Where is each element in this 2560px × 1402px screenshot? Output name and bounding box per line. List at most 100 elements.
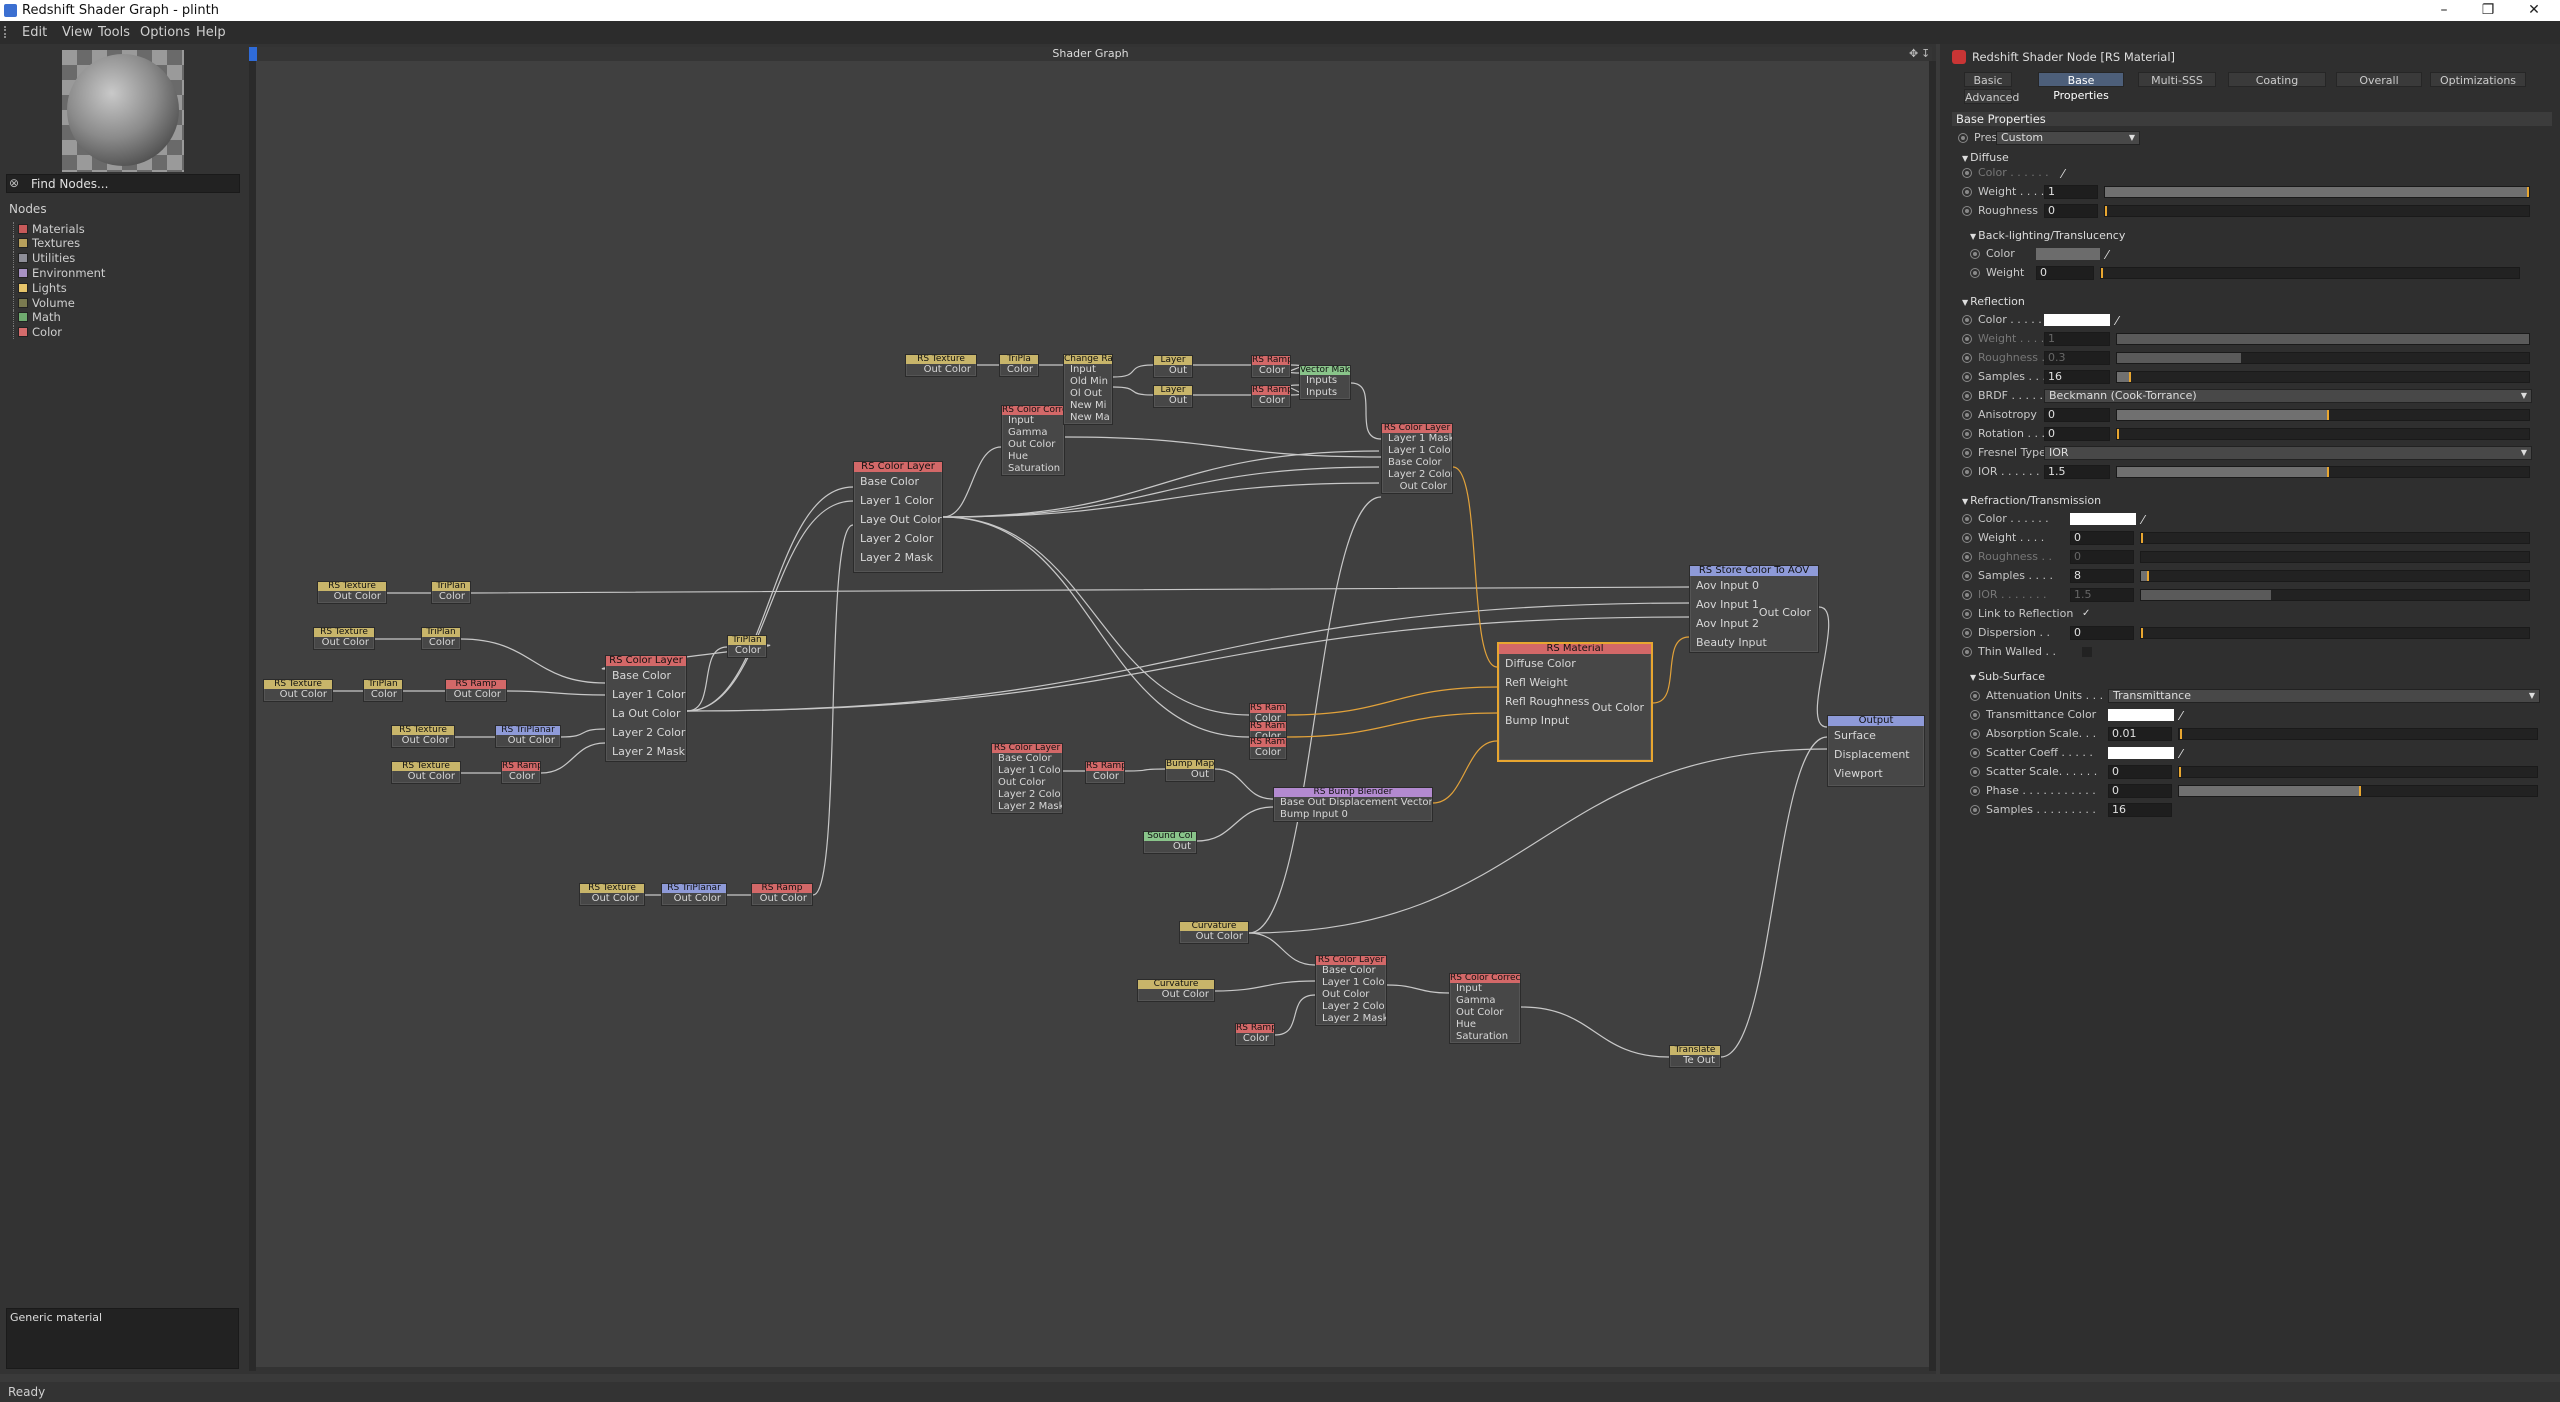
backlight-color-anim-icon[interactable] <box>1970 249 1980 259</box>
node-input-port[interactable]: Input <box>1002 415 1064 427</box>
node-input-port[interactable]: Base Color <box>606 666 686 685</box>
node-input-port[interactable]: Layer 2 Mask <box>1316 1013 1386 1025</box>
node-row3c[interactable]: RS Ramp Out Color <box>445 679 507 702</box>
refr-color-swatch[interactable] <box>2070 513 2136 525</box>
sss-scoef-anim-icon[interactable] <box>1970 748 1980 758</box>
node-output-port[interactable]: Out Color <box>662 893 726 905</box>
diffuse-roughness-anim-icon[interactable] <box>1962 206 1972 216</box>
tab-optimizations[interactable]: Optimizations <box>2430 72 2526 87</box>
graph-scrollbar[interactable] <box>1929 61 1936 1371</box>
sss-sscale-anim-icon[interactable] <box>1970 767 1980 777</box>
menu-edit[interactable]: Edit <box>22 25 47 40</box>
node-row5a[interactable]: RS Texture Out Color <box>391 761 461 784</box>
sss-samples-input[interactable]: 16 <box>2108 803 2172 817</box>
scatter-coeff-swatch[interactable] <box>2108 747 2174 759</box>
refl-color-anim-icon[interactable] <box>1962 315 1972 325</box>
node-ccBot[interactable]: RS Color Correct Input Gamma Out Color Hue Sa… <box>1449 973 1521 1044</box>
node-output-port[interactable]: Color <box>1252 395 1290 407</box>
node-output-port[interactable]: Color <box>1086 771 1124 783</box>
node-input-port[interactable]: Beauty Input <box>1690 633 1818 652</box>
node-layerB[interactable]: RS Color Layer Base Color Layer 1 Color La … <box>605 655 687 762</box>
node-input-port[interactable]: Inputs <box>1300 375 1350 387</box>
tab-coating[interactable]: Coating <box>2228 72 2326 87</box>
tab-advanced[interactable]: Advanced <box>1964 89 2019 104</box>
node-output-port[interactable]: Color <box>1000 364 1038 376</box>
refr-weight-anim-icon[interactable] <box>1962 533 1972 543</box>
refl-rotation-slider[interactable] <box>2116 428 2530 440</box>
node-row3b[interactable]: TriPlan Color <box>363 679 403 702</box>
node-transl[interactable]: Translate Te Out <box>1669 1045 1721 1068</box>
refl-anisotropy-input[interactable]: 0 <box>2044 408 2110 422</box>
group-reflection[interactable]: ▼ Reflection <box>1962 296 2025 308</box>
group-backlighting[interactable]: ▼ Back-lighting/Translucency <box>1970 230 2125 242</box>
diffuse-roughness-slider[interactable] <box>2104 205 2530 217</box>
refr-roughness-input[interactable]: 0 <box>2070 550 2134 564</box>
node-input-port[interactable]: Layer 2 Color <box>854 529 942 548</box>
diffuse-weight-slider[interactable] <box>2104 186 2530 198</box>
node-input-port[interactable]: Hue <box>1450 1019 1520 1031</box>
refl-ior-slider[interactable] <box>2116 466 2530 478</box>
preset-dropdown[interactable]: Custom ▼ <box>1996 131 2140 145</box>
node-output-port[interactable]: Color <box>432 591 470 603</box>
node-row1b[interactable]: TriPlan Color <box>431 581 471 604</box>
refl-samples-input[interactable]: 16 <box>2044 370 2110 384</box>
eyedropper-icon[interactable]: ⁄ <box>2062 166 2064 182</box>
node-category-utilities[interactable]: Utilities <box>13 251 75 265</box>
node-bump[interactable]: Bump Map Out <box>1165 759 1215 782</box>
node-row2a[interactable]: RS Texture Out Color <box>313 627 375 650</box>
refl-weight-anim-icon[interactable] <box>1962 334 1972 344</box>
absorption-scale-input[interactable]: 0.01 <box>2108 727 2172 741</box>
node-curv[interactable]: Curvature Out Color <box>1179 921 1249 944</box>
node-input-port[interactable]: Out Color <box>1450 1007 1520 1019</box>
node-input-port[interactable]: Surface <box>1828 726 1924 745</box>
node-smallTop2[interactable]: TriPla Color <box>999 354 1039 377</box>
node-output-port[interactable]: Out Color <box>752 893 812 905</box>
node-input-port[interactable]: Layer 2 Color <box>1382 469 1452 481</box>
node-input-port[interactable]: Base Color <box>854 472 942 491</box>
node-input-port[interactable]: Ol Out <box>1064 388 1112 400</box>
node-input-port[interactable]: Layer 1 Colo <box>1382 445 1452 457</box>
refr-ior-slider[interactable] <box>2140 589 2530 601</box>
refr-weight-slider[interactable] <box>2140 532 2530 544</box>
node-input-port[interactable]: Viewport <box>1828 764 1924 783</box>
tab-overall[interactable]: Overall <box>2336 72 2422 87</box>
node-input-port[interactable]: Base Out Displacement Vector <box>1274 797 1432 809</box>
diffuse-weight-input[interactable]: 1 <box>2044 185 2098 199</box>
group-refraction[interactable]: ▼ Refraction/Transmission <box>1962 495 2101 507</box>
node-input-port[interactable]: Layer 1 Colo <box>1316 977 1386 989</box>
node-input-port[interactable]: New Mi <box>1064 400 1112 412</box>
backlight-weight-slider[interactable] <box>2100 267 2520 279</box>
node-output-port[interactable]: Out Color <box>496 735 560 747</box>
node-layerA[interactable]: RS Color Layer Base Color Layer 1 Color Lay… <box>853 461 943 573</box>
node-input-port[interactable]: Displacement <box>1828 745 1924 764</box>
clear-search-icon[interactable]: ⊗ <box>9 176 19 190</box>
node-ramp5[interactable]: RS RampColor <box>1249 737 1287 760</box>
refl-ior-input[interactable]: 1.5 <box>2044 465 2110 479</box>
sss-absorb-anim-icon[interactable] <box>1970 729 1980 739</box>
refl-color-swatch[interactable] <box>2044 314 2110 326</box>
sss-samples-anim-icon[interactable] <box>1970 805 1980 815</box>
refl-weight-input[interactable]: 1 <box>2044 332 2110 346</box>
node-input-port[interactable]: Diffuse Color <box>1499 654 1651 673</box>
node-rampLow[interactable]: RS Ramp Color <box>1235 1023 1275 1046</box>
node-output-port[interactable]: Out Color <box>906 364 976 376</box>
node-output-port[interactable]: Out Color <box>1759 603 1816 622</box>
node-category-textures[interactable]: Textures <box>13 236 80 250</box>
node-category-math[interactable]: Math <box>13 310 61 324</box>
node-bottomA[interactable]: RS Texture Out Color <box>579 883 645 906</box>
node-input-port[interactable]: Base Color <box>1316 965 1386 977</box>
node-output-port[interactable]: Color <box>1236 1033 1274 1045</box>
node-input-port[interactable]: Aov Input 0 <box>1690 576 1818 595</box>
transmittance-color-swatch[interactable] <box>2108 709 2174 721</box>
node-output-port[interactable]: Out Color <box>580 893 644 905</box>
node-input-port[interactable]: Base Color <box>992 753 1062 765</box>
eyedropper-icon[interactable]: ⁄ <box>2180 746 2182 762</box>
graph-canvas[interactable]: Shader Graph ✥ ↧ RS Color Layer Base Colo… <box>249 47 1936 1371</box>
node-input-port[interactable]: Layer 1 Colo <box>992 765 1062 777</box>
refl-rotation-anim-icon[interactable] <box>1962 429 1972 439</box>
node-output-port[interactable]: Out Color <box>1592 698 1649 717</box>
node-input-port[interactable]: Input <box>1064 364 1112 376</box>
node-row1a[interactable]: RS Texture Out Color <box>317 581 387 604</box>
menu-options[interactable]: Options <box>140 25 190 40</box>
node-output-port[interactable]: Out Color <box>392 771 460 783</box>
